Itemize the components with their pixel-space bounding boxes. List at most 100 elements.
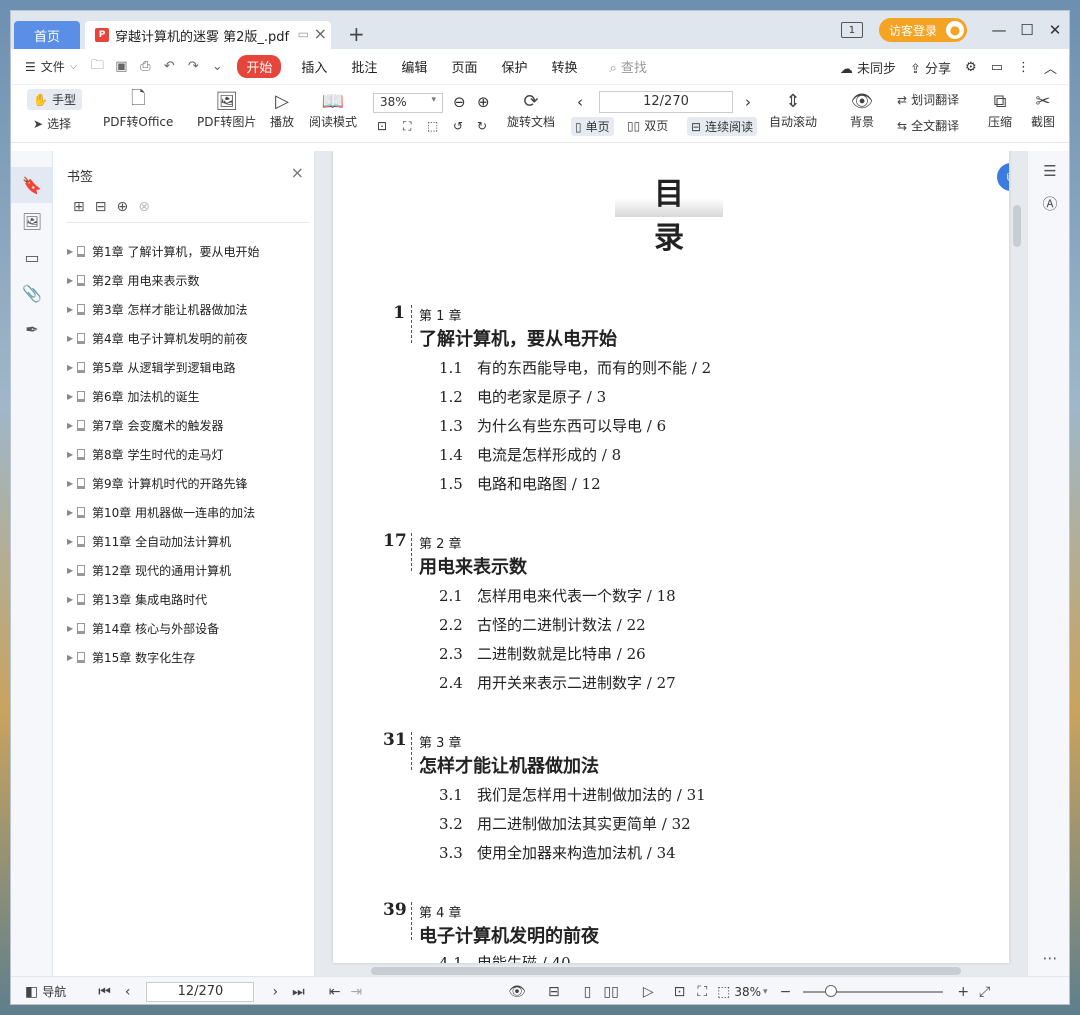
menu-convert[interactable]: 转换 — [539, 57, 589, 76]
guest-login-button[interactable]: 访客登录 ● — [878, 18, 967, 42]
double-page-mode-icon[interactable]: ▯▯ — [603, 984, 618, 1000]
toc-section[interactable]: 1.1 有的东西能导电，而有的则不能 / 2 — [439, 357, 711, 378]
horizontal-scrollbar[interactable] — [331, 966, 1011, 976]
double-page-button[interactable]: ▯▯ 双页 — [627, 117, 668, 134]
toc-section[interactable]: 2.4 用开关来表示二进制数字 / 27 — [439, 672, 676, 693]
background-button[interactable]: 👁 背景 — [849, 89, 875, 130]
compress-button[interactable]: ⧉ 压缩 — [987, 89, 1013, 130]
menu-start[interactable]: 开始 — [237, 55, 282, 78]
reading-mode-button[interactable]: 📖 阅读模式 — [309, 89, 357, 130]
toc-section[interactable]: 2.3 二进制数就是比特串 / 26 — [439, 643, 646, 664]
screenshot-button[interactable]: ✂ 截图 — [1025, 89, 1061, 130]
fit-page-icon[interactable]: ⛶ — [697, 984, 707, 1000]
menu-insert[interactable]: 插入 — [289, 57, 339, 76]
expand-arrow-icon[interactable]: ▶ — [67, 450, 77, 459]
zoom-in-icon[interactable]: + — [957, 984, 969, 1000]
expand-arrow-icon[interactable]: ▶ — [67, 305, 77, 314]
fit-page-icon[interactable]: ⛶ — [403, 119, 411, 134]
undo-icon[interactable]: ↶ — [161, 59, 177, 74]
search-button[interactable]: ⌕ 查找 — [609, 57, 646, 76]
toc-section[interactable]: 3.2 用二进制做加法其实更简单 / 32 — [439, 813, 691, 834]
sync-status[interactable]: ☁ 未同步 — [840, 58, 896, 77]
toc-section[interactable]: 2.2 古怪的二进制计数法 / 22 — [439, 614, 646, 635]
new-tab-icon[interactable]: + — [348, 22, 365, 46]
toc-section[interactable]: 1.2 电的老家是原子 / 3 — [439, 386, 606, 407]
zoom-slider-handle[interactable] — [825, 984, 838, 997]
bookmark-item[interactable]: ▶ 第9章 计算机时代的开路先锋 — [67, 469, 314, 498]
fit-width-icon[interactable]: ⬚ — [717, 984, 730, 1000]
expand-arrow-icon[interactable]: ▶ — [67, 595, 77, 604]
scroll-thumb[interactable] — [371, 967, 961, 975]
more-icon[interactable]: ⋮ — [1017, 60, 1030, 75]
comment-icon[interactable]: ▭ — [991, 60, 1003, 75]
zoom-in-icon[interactable]: ⊕ — [477, 93, 490, 111]
single-page-button[interactable]: ▯ 单页 — [571, 117, 614, 136]
next-page-icon[interactable]: › — [745, 93, 751, 111]
more-down-icon[interactable]: ⌄ — [209, 59, 225, 74]
pdf-to-office-button[interactable]: 🗋 PDF转Office — [103, 88, 173, 130]
last-page-icon[interactable]: ⏭ — [292, 984, 305, 1000]
settings-icon[interactable]: ⚙ — [965, 60, 977, 75]
expand-arrow-icon[interactable]: ▶ — [67, 624, 77, 633]
rotate-document-button[interactable]: ⟳ 旋转文档 — [507, 89, 555, 130]
continuous-read-button[interactable]: ⊟ 连续阅读 — [687, 117, 758, 136]
open-folder-icon[interactable]: 🗀 — [89, 56, 105, 78]
bookmark-item[interactable]: ▶ 第15章 数字化生存 — [67, 643, 314, 672]
page-number-input[interactable]: 12/270 — [599, 91, 733, 113]
comment-panel-icon[interactable]: ▭ — [11, 239, 53, 275]
status-page-input[interactable]: 12/270 — [146, 981, 255, 1002]
expand-arrow-icon[interactable]: ▶ — [67, 508, 77, 517]
bookmark-item[interactable]: ▶ 第3章 怎样才能让机器做加法 — [67, 295, 314, 324]
expand-arrow-icon[interactable]: ▶ — [67, 392, 77, 401]
bookmark-item[interactable]: ▶ 第13章 集成电路时代 — [67, 585, 314, 614]
expand-all-icon[interactable]: ⊞ — [73, 199, 85, 215]
delete-bookmark-icon[interactable]: ⊗ — [138, 199, 150, 215]
expand-arrow-icon[interactable]: ▶ — [67, 421, 77, 430]
bookmark-item[interactable]: ▶ 第14章 核心与外部设备 — [67, 614, 314, 643]
expand-arrow-icon[interactable]: ▶ — [67, 479, 77, 488]
ai-reader-icon[interactable]: Ⓐ — [1028, 187, 1069, 219]
bookmark-item[interactable]: ▶ 第10章 用机器做一连串的加法 — [67, 498, 314, 527]
zoom-out-icon[interactable]: − — [780, 984, 792, 1000]
prev-page-icon[interactable]: ‹ — [125, 984, 131, 1000]
minimize-icon[interactable]: — — [985, 21, 1013, 39]
menu-page[interactable]: 页面 — [439, 57, 489, 76]
toc-section[interactable]: 3.3 使用全加器来构造加法机 / 34 — [439, 842, 676, 863]
expand-arrow-icon[interactable]: ▶ — [67, 566, 77, 575]
save-icon[interactable]: ▣ — [113, 59, 129, 74]
tab-document[interactable]: P 穿越计算机的迷雾 第2版_.pdf ▭ × — [85, 21, 331, 49]
zoom-slider[interactable] — [803, 984, 944, 997]
bookmark-item[interactable]: ▶ 第1章 了解计算机，要从电开始 — [67, 237, 314, 266]
scroll-thumb[interactable] — [1013, 205, 1021, 247]
play-button[interactable]: ▷ 播放 — [269, 89, 295, 130]
tab-close-icon[interactable]: × — [314, 24, 327, 43]
expand-arrow-icon[interactable]: ▶ — [67, 537, 77, 546]
fit-width-icon[interactable]: ⬚ — [427, 119, 438, 133]
rotate-left-icon[interactable]: ↺ — [453, 119, 463, 133]
panel-menu-icon[interactable]: ☰ — [1028, 155, 1069, 187]
bookmark-item[interactable]: ▶ 第4章 电子计算机发明的前夜 — [67, 324, 314, 353]
rotate-right-icon[interactable]: ↻ — [477, 119, 487, 133]
auto-scroll-button[interactable]: ⇕ 自动滚动 — [769, 89, 817, 130]
floating-tools-icon[interactable]: ⧉ — [997, 163, 1009, 191]
toc-section[interactable]: 2.1 怎样用电来代表一个数字 / 18 — [439, 585, 676, 606]
attachment-panel-icon[interactable]: 📎 — [11, 275, 53, 311]
zoom-select[interactable]: 38% ▾ — [373, 93, 443, 113]
close-window-icon[interactable]: ✕ — [1041, 21, 1069, 39]
word-translate-button[interactable]: ⇄ 划词翻译 — [897, 91, 959, 108]
navigation-toggle[interactable]: ◧ 导航 — [25, 983, 66, 1000]
expand-arrow-icon[interactable]: ▶ — [67, 247, 77, 256]
expand-arrow-icon[interactable]: ▶ — [67, 653, 77, 662]
bookmark-item[interactable]: ▶ 第11章 全自动加法计算机 — [67, 527, 314, 556]
print-icon[interactable]: ⎙ — [137, 59, 153, 74]
pdf-to-image-button[interactable]: 🖼 PDF转图片 — [197, 89, 256, 130]
actual-size-icon[interactable]: ⊡ — [674, 984, 686, 1000]
redo-icon[interactable]: ↷ — [185, 59, 201, 74]
expand-arrow-icon[interactable]: ▶ — [67, 334, 77, 343]
thumbnail-panel-icon[interactable]: 🖼 — [11, 203, 53, 239]
eye-protection-icon[interactable]: 👁 — [508, 984, 526, 1000]
expand-arrow-icon[interactable]: ▶ — [67, 276, 77, 285]
expand-arrow-icon[interactable]: ▶ — [67, 363, 77, 372]
toc-section[interactable]: 1.3 为什么有些东西可以导电 / 6 — [439, 415, 666, 436]
next-page-icon[interactable]: › — [272, 984, 278, 1000]
